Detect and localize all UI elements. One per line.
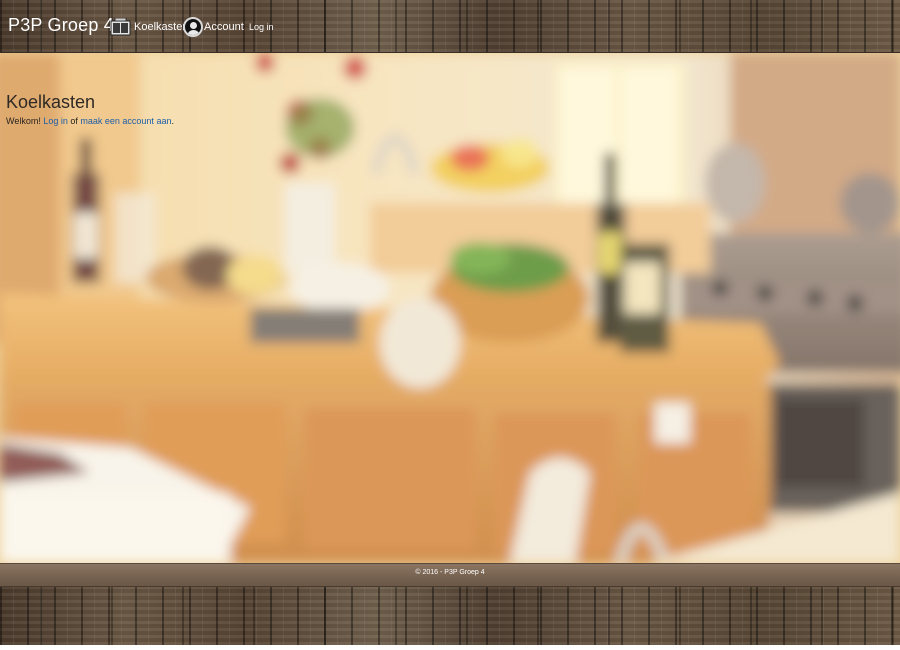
page-bottom-edge [0,645,900,650]
login-link[interactable]: Log in [43,116,68,126]
page-title: Koelkasten [6,92,96,112]
footer-wood-panel [0,587,900,645]
nav-item-koelkasten[interactable]: Koelkasten [110,12,188,42]
user-avatar-icon [183,17,203,37]
welcome-prefix: Welkom! [6,116,44,126]
footer-copyright: © 2016 - P3P Groep 4 [415,569,485,576]
main-content: Koelkasten Welkom! Log in of maak een ac… [6,91,174,126]
hero-background: Koelkasten Welkom! Log in of maak een ac… [0,53,900,563]
fridge-icon [110,17,132,36]
welcome-middle: of [67,116,81,126]
brand-link[interactable]: P3P Groep 4 [8,15,114,36]
nav-account-label: Account [204,21,244,33]
navbar: P3P Groep 4 Koelkasten Account Log in [0,0,900,53]
welcome-message: Welkom! Log in of maak een account aan. [6,116,174,126]
kitchen-background-image [0,53,900,563]
nav-koelkasten-label: Koelkasten [134,21,189,33]
nav-item-account[interactable]: Account [183,12,244,42]
welcome-suffix: . [171,116,174,126]
register-link[interactable]: maak een account aan [80,116,171,126]
footer: © 2016 - P3P Groep 4 [0,563,900,587]
nav-item-login[interactable]: Log in [249,12,274,42]
